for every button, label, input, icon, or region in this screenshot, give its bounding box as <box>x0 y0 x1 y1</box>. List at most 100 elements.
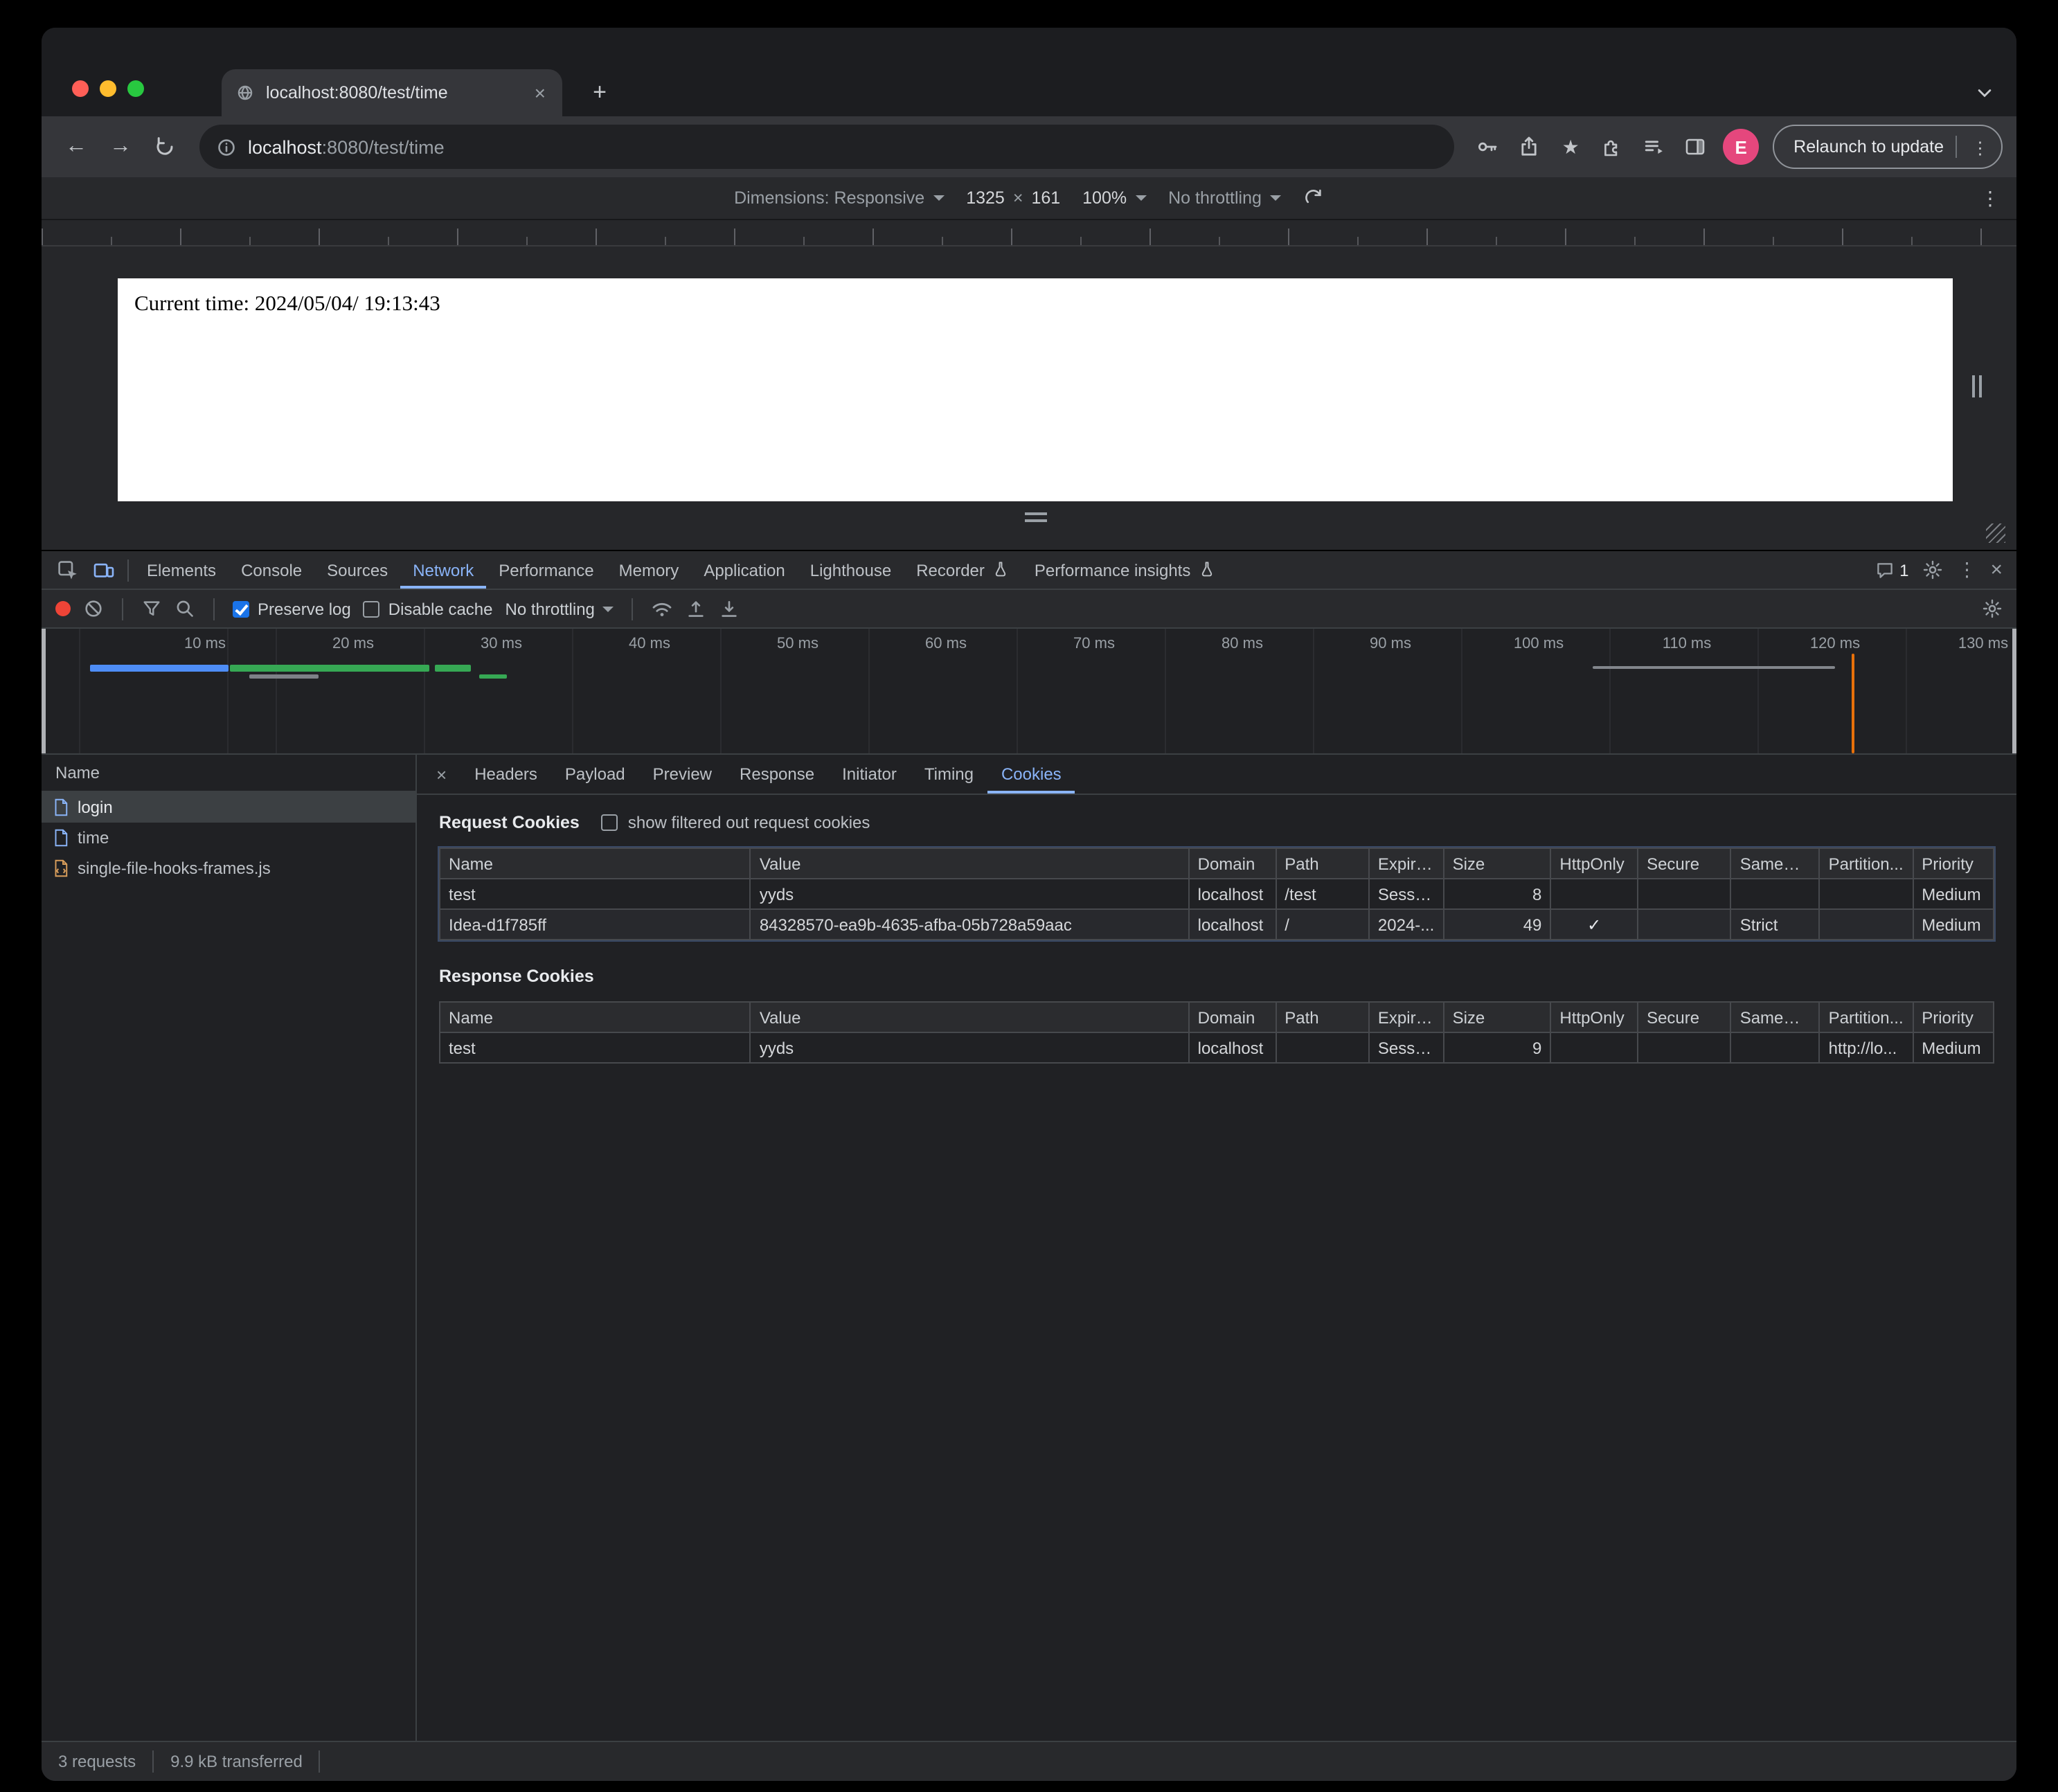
cell-samesite[interactable]: Strict <box>1731 909 1820 940</box>
cell-partition[interactable]: http://lo... <box>1820 1032 1913 1063</box>
column-header[interactable]: Path <box>1276 848 1369 879</box>
column-header[interactable]: Partition... <box>1820 848 1913 879</box>
detail-tab-initiator[interactable]: Initiator <box>828 755 911 794</box>
tab-performance-insights[interactable]: Performance insights <box>1022 551 1228 589</box>
cell-httponly[interactable]: ✓ <box>1550 909 1638 940</box>
column-header[interactable]: Domain <box>1189 848 1276 879</box>
zoom-select[interactable]: 100% <box>1082 188 1146 208</box>
column-header[interactable]: HttpOnly <box>1550 1002 1638 1032</box>
column-header[interactable]: Expire... <box>1369 1002 1444 1032</box>
cell-secure[interactable] <box>1638 1032 1731 1063</box>
cell-secure[interactable] <box>1638 909 1731 940</box>
tab-close-icon[interactable]: × <box>532 82 548 104</box>
maximize-window-button[interactable] <box>127 80 144 97</box>
rotate-viewport-icon[interactable] <box>1303 188 1324 208</box>
preserve-log-checkbox[interactable]: Preserve log <box>233 599 351 618</box>
column-header[interactable]: Value <box>751 1002 1189 1032</box>
column-header[interactable]: Partition... <box>1820 1002 1913 1032</box>
relaunch-overflow-icon[interactable]: ⋮ <box>1967 136 1993 157</box>
cell-expires[interactable]: 2024-... <box>1369 909 1444 940</box>
request-row-login[interactable]: login <box>42 792 415 823</box>
site-info-icon[interactable] <box>216 136 237 157</box>
cell-name[interactable]: test <box>440 1032 751 1063</box>
page-viewport[interactable]: Current time: 2024/05/04/ 19:13:43 <box>118 278 1953 501</box>
network-throttling-select[interactable]: No throttling <box>505 599 614 618</box>
search-icon[interactable] <box>175 598 195 619</box>
column-header[interactable]: Priority <box>1913 848 1994 879</box>
cell-secure[interactable] <box>1638 879 1731 909</box>
tab-search-chevron-icon[interactable] <box>1975 83 1994 102</box>
column-header[interactable]: SameSite <box>1731 1002 1820 1032</box>
viewport-resize-handle-right[interactable] <box>1972 375 1982 397</box>
reload-button[interactable] <box>144 126 186 168</box>
column-header[interactable]: SameSite <box>1731 848 1820 879</box>
tab-recorder[interactable]: Recorder <box>904 551 1022 589</box>
forward-button[interactable]: → <box>100 126 141 168</box>
throttling-select[interactable]: No throttling <box>1168 188 1281 208</box>
column-header[interactable]: Size <box>1444 1002 1551 1032</box>
cookie-row[interactable]: Idea-d1f785ff 84328570-ea9b-4635-afba-05… <box>440 909 1994 940</box>
overview-right-handle[interactable] <box>2012 629 2016 753</box>
column-header[interactable]: Value <box>751 848 1189 879</box>
cell-size[interactable]: 49 <box>1444 909 1551 940</box>
tab-lighthouse[interactable]: Lighthouse <box>798 551 904 589</box>
detail-tab-cookies[interactable]: Cookies <box>987 755 1075 794</box>
devtools-settings-gear-icon[interactable] <box>1922 559 1943 580</box>
disable-cache-checkbox[interactable]: Disable cache <box>364 599 493 618</box>
network-settings-gear-icon[interactable] <box>1982 598 2003 619</box>
browser-tab[interactable]: localhost:8080/test/time × <box>222 69 562 116</box>
column-header[interactable]: HttpOnly <box>1550 848 1638 879</box>
cell-expires[interactable]: Session <box>1369 879 1444 909</box>
detail-tab-timing[interactable]: Timing <box>911 755 987 794</box>
cell-partition[interactable] <box>1820 879 1913 909</box>
cell-httponly[interactable] <box>1550 1032 1638 1063</box>
cell-name[interactable]: Idea-d1f785ff <box>440 909 751 940</box>
bookmark-star-icon[interactable]: ★ <box>1551 127 1590 166</box>
cell-expires[interactable]: Session <box>1369 1032 1444 1063</box>
new-tab-button[interactable]: + <box>582 75 618 111</box>
cell-samesite[interactable] <box>1731 1032 1820 1063</box>
tab-network[interactable]: Network <box>400 551 486 589</box>
detail-tab-headers[interactable]: Headers <box>460 755 551 794</box>
requests-name-header[interactable]: Name <box>42 755 415 792</box>
detail-tab-response[interactable]: Response <box>726 755 828 794</box>
devtools-close-icon[interactable]: × <box>1990 558 2003 582</box>
devtools-overflow-icon[interactable]: ⋮ <box>1957 558 1976 582</box>
detail-tab-payload[interactable]: Payload <box>551 755 639 794</box>
response-cookies-table[interactable]: Name Value Domain Path Expire... Size Ht… <box>439 1001 1994 1064</box>
detail-tab-preview[interactable]: Preview <box>639 755 726 794</box>
export-har-icon[interactable] <box>719 598 740 619</box>
cell-size[interactable]: 9 <box>1444 1032 1551 1063</box>
cell-value[interactable]: yyds <box>751 1032 1189 1063</box>
cell-partition[interactable] <box>1820 909 1913 940</box>
request-cookies-table[interactable]: Name Value Domain Path Expire... Size Ht… <box>439 848 1994 940</box>
device-toolbar-toggle-icon[interactable] <box>86 551 122 589</box>
tab-memory[interactable]: Memory <box>607 551 692 589</box>
viewport-resize-corner[interactable] <box>1986 523 2005 543</box>
cell-value[interactable]: yyds <box>751 879 1189 909</box>
checkbox-unchecked-icon[interactable] <box>364 600 380 617</box>
back-button[interactable]: ← <box>55 126 97 168</box>
cell-httponly[interactable] <box>1550 879 1638 909</box>
profile-avatar[interactable]: E <box>1723 129 1759 165</box>
cell-domain[interactable]: localhost <box>1189 1032 1276 1063</box>
column-header[interactable]: Priority <box>1913 1002 1994 1032</box>
checkbox-checked-icon[interactable] <box>233 600 249 617</box>
filter-funnel-icon[interactable] <box>141 598 162 619</box>
cell-name[interactable]: test <box>440 879 751 909</box>
network-overview-timeline[interactable]: 10 ms 20 ms 30 ms 40 ms 50 ms 60 ms 70 m… <box>42 629 2016 755</box>
minimize-window-button[interactable] <box>100 80 116 97</box>
address-bar[interactable]: localhost:8080/test/time <box>199 125 1454 169</box>
media-list-icon[interactable] <box>1634 127 1673 166</box>
viewport-resize-handle-bottom[interactable] <box>1025 512 1047 522</box>
cell-path[interactable]: / <box>1276 909 1369 940</box>
cell-samesite[interactable] <box>1731 879 1820 909</box>
tab-console[interactable]: Console <box>229 551 314 589</box>
device-toolbar-overflow-icon[interactable]: ⋮ <box>1980 186 2000 210</box>
detail-close-icon[interactable]: × <box>422 764 460 785</box>
issues-counter[interactable]: 1 <box>1874 560 1908 580</box>
import-har-icon[interactable] <box>686 598 707 619</box>
cell-size[interactable]: 8 <box>1444 879 1551 909</box>
tab-application[interactable]: Application <box>691 551 797 589</box>
column-header[interactable]: Path <box>1276 1002 1369 1032</box>
